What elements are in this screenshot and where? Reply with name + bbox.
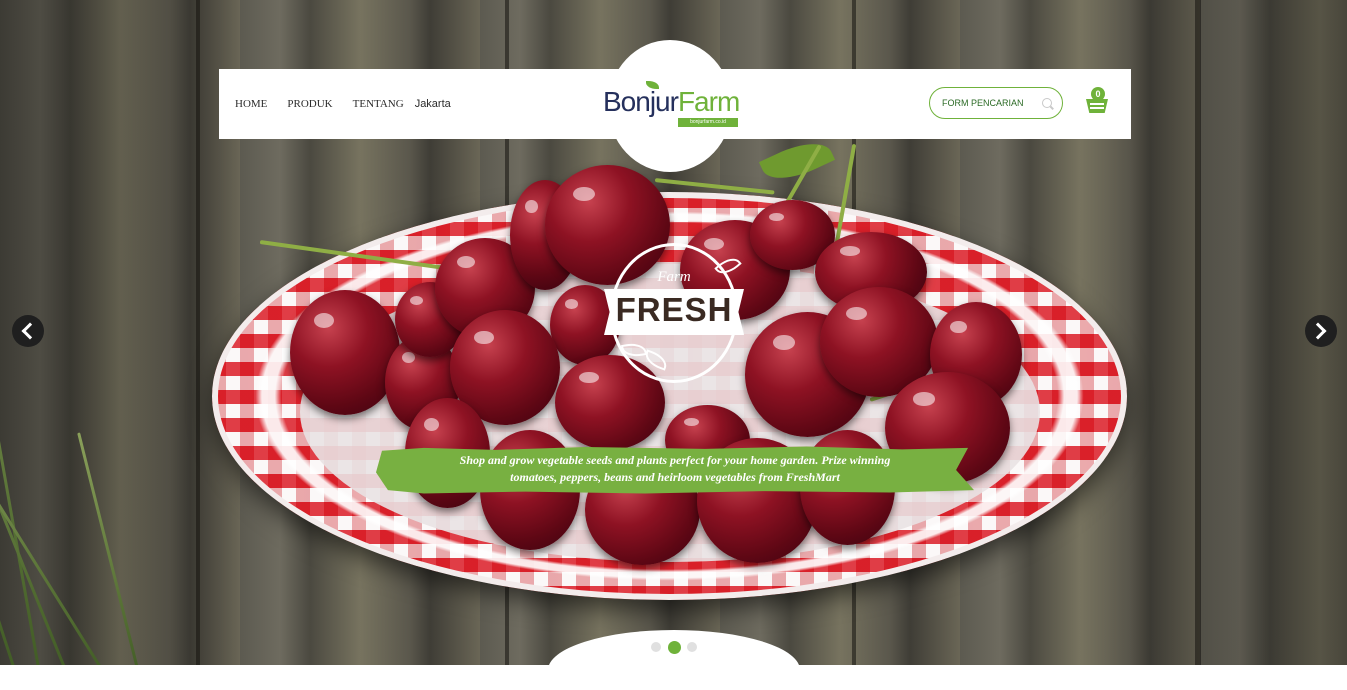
slider-dot[interactable] xyxy=(651,642,661,652)
wood-plank-line xyxy=(196,0,200,665)
location-label: Jakarta xyxy=(414,98,451,110)
main-nav: HOME PRODUK TENTANG Jakarta xyxy=(235,98,451,110)
slider-prev-button[interactable] xyxy=(12,315,44,347)
logo-name-part1: Bonjur xyxy=(603,86,679,117)
grass-blade xyxy=(77,432,143,665)
chevron-left-icon xyxy=(21,322,39,340)
search-input[interactable] xyxy=(942,96,1038,110)
cherry xyxy=(290,290,400,415)
logo-subtitle: bonjurfarm.co.id xyxy=(678,118,738,127)
cart-count-badge: 0 xyxy=(1091,87,1105,101)
chevron-right-icon xyxy=(1309,322,1327,340)
logo-name-part2: Farm xyxy=(677,86,740,117)
grass-blade xyxy=(0,172,43,665)
logo-text: BonjurFarm xyxy=(603,86,740,118)
nav-item-tentang[interactable]: TENTANG xyxy=(353,98,404,110)
tagline-text: Shop and grow vegetable seeds and plants… xyxy=(459,453,891,484)
cart-button[interactable]: 0 xyxy=(1084,87,1112,117)
slider-dot[interactable] xyxy=(687,642,697,652)
grass-blade xyxy=(0,395,113,665)
wood-plank-line xyxy=(1195,0,1201,665)
grass-blade xyxy=(0,151,21,665)
slider-next-button[interactable] xyxy=(1305,315,1337,347)
farm-fresh-badge: Farm FRESH xyxy=(604,241,744,385)
basket-icon xyxy=(1086,99,1108,113)
badge-main-text: FRESH xyxy=(615,291,733,328)
nav-item-home[interactable]: HOME xyxy=(235,98,267,110)
site-logo[interactable]: BonjurFarm bonjurfarm.co.id xyxy=(603,81,743,130)
search-icon[interactable] xyxy=(1042,98,1052,108)
nav-item-produk[interactable]: PRODUK xyxy=(287,98,332,110)
search-box xyxy=(929,87,1063,119)
slider-dot-active[interactable] xyxy=(668,641,681,654)
